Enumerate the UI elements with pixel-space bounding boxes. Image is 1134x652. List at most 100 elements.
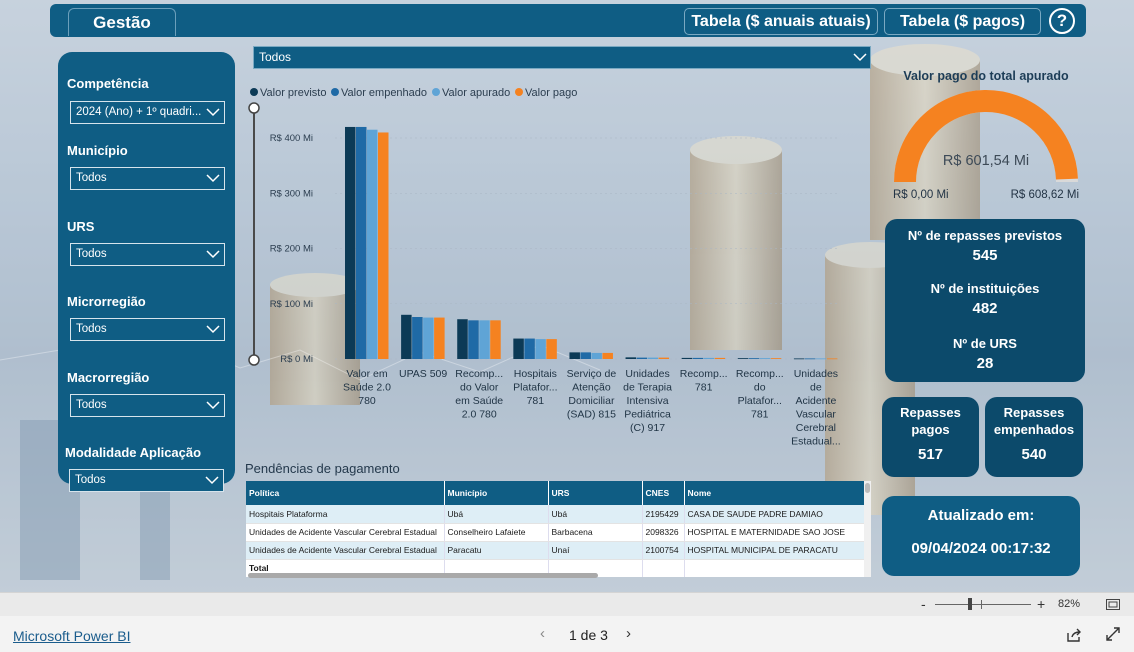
bar[interactable] [345, 126, 356, 359]
bar[interactable] [356, 126, 367, 359]
bar[interactable] [658, 357, 670, 359]
kpi-instituicoes-value: 482 [972, 300, 998, 317]
bar[interactable] [490, 320, 501, 359]
kpi-repasses-previstos-value: 545 [972, 247, 998, 264]
bar[interactable] [759, 358, 771, 359]
bar[interactable] [378, 132, 389, 359]
macrorregiao-dropdown[interactable]: Todos [70, 394, 225, 417]
column-header-cnes[interactable]: CNES [642, 481, 685, 505]
x-category-label-line: Acidente [795, 395, 836, 407]
competencia-dropdown[interactable]: 2024 (Ano) + 1º quadri... [70, 101, 225, 124]
column-header-politica[interactable]: Política [246, 481, 445, 505]
next-page-button[interactable]: › [626, 625, 631, 642]
previous-page-button[interactable]: ‹ [540, 625, 545, 642]
x-category-label-line: Recomp... [680, 368, 728, 380]
tabela-anuais-button[interactable]: Tabela ($ anuais atuais) [684, 8, 878, 35]
bar[interactable] [434, 317, 445, 359]
bar[interactable] [647, 357, 659, 359]
microrregiao-dropdown[interactable]: Todos [70, 318, 225, 341]
bar[interactable] [401, 314, 412, 359]
bar[interactable] [535, 339, 546, 359]
table-vertical-scrollbar[interactable] [864, 481, 871, 577]
bar[interactable] [748, 358, 760, 359]
table-row[interactable]: Hospitais Plataforma Ubá Ubá 2195429 CAS… [246, 505, 865, 524]
bar[interactable] [793, 358, 805, 360]
bar[interactable] [770, 358, 782, 359]
gauge-fill [894, 90, 1078, 183]
zoom-slider-thumb[interactable] [968, 598, 972, 610]
table-row[interactable]: Unidades de Acidente Vascular Cerebral E… [246, 541, 865, 560]
bar-chart: Valor previsto Valor empenhado Valor apura… [248, 87, 841, 448]
kpi-label-line: Repasses [1003, 405, 1065, 420]
bar[interactable] [737, 358, 749, 359]
legend-item[interactable]: Valor pago [515, 87, 577, 99]
bar[interactable] [513, 338, 524, 359]
bar[interactable] [412, 317, 423, 359]
column-header-nome[interactable]: Nome [684, 481, 865, 505]
zoom-in-button[interactable]: + [1037, 596, 1045, 612]
x-category-label-line: Intensiva [627, 395, 669, 407]
fit-to-page-icon[interactable] [1106, 599, 1120, 610]
bar[interactable] [602, 352, 613, 359]
chevron-down-icon [205, 476, 219, 485]
scrollbar-thumb[interactable] [865, 483, 870, 493]
bar[interactable] [703, 357, 715, 359]
legend-item[interactable]: Valor previsto [250, 87, 326, 99]
municipio-dropdown[interactable]: Todos [70, 167, 225, 190]
x-category-label: Recomp... 781 [680, 368, 728, 394]
fullscreen-icon[interactable] [1106, 627, 1120, 641]
zoom-slider[interactable] [935, 604, 1031, 605]
question-circle-icon[interactable]: ? [1049, 8, 1075, 34]
table-row[interactable]: Unidades de Acidente Vascular Cerebral E… [246, 523, 865, 542]
bar[interactable] [625, 357, 637, 359]
column-header-urs[interactable]: URS [548, 481, 643, 505]
bar[interactable] [524, 338, 535, 359]
bar[interactable] [826, 358, 838, 360]
legend-item[interactable]: Valor empenhado [331, 87, 427, 99]
bar[interactable] [580, 352, 591, 359]
x-category-label-line: de [810, 382, 822, 394]
gauge-title: Valor pago do total apurado [903, 69, 1069, 83]
tabela-pagos-button[interactable]: Tabela ($ pagos) [884, 8, 1041, 35]
bar[interactable] [681, 357, 693, 359]
table-cell: Hospitais Plataforma [246, 505, 445, 524]
bar[interactable] [692, 357, 704, 359]
tab-gestao[interactable]: Gestão [68, 8, 176, 36]
table-horizontal-scrollbar[interactable] [248, 573, 598, 578]
x-category-label: UPAS 509 [399, 368, 447, 380]
kpi-instituicoes-label: Nº de instituições [930, 281, 1040, 296]
x-category-label-line: Platafor... [738, 395, 782, 407]
share-icon[interactable] [1066, 627, 1082, 643]
bar[interactable] [479, 320, 490, 359]
bar[interactable] [546, 339, 557, 359]
x-category-label-line: Vascular [796, 409, 837, 421]
legend-item[interactable]: Valor apurado [432, 87, 510, 99]
bar[interactable] [714, 357, 726, 359]
x-category-label-line: 781 [527, 395, 545, 407]
bar[interactable] [423, 317, 434, 359]
bar[interactable] [804, 358, 816, 360]
politica-dropdown[interactable]: Todos [253, 46, 871, 69]
power-bi-link[interactable]: Microsoft Power BI [13, 628, 130, 644]
urs-dropdown[interactable]: Todos [70, 243, 225, 266]
modalidade-dropdown[interactable]: Todos [69, 469, 224, 492]
bar[interactable] [591, 352, 602, 359]
zoom-out-button[interactable]: - [921, 596, 926, 612]
bar[interactable] [636, 357, 648, 359]
kpi-urs-label: Nº de URS [953, 336, 1017, 351]
range-slider-top-handle[interactable] [248, 102, 260, 114]
bar[interactable] [457, 319, 468, 359]
pendencias-table[interactable]: Política Município URS CNES Nome Hospita… [246, 481, 866, 577]
footer: Microsoft Power BI ‹ 1 de 3 › [0, 616, 1134, 652]
legend-marker [331, 88, 339, 96]
kpi-repasses-previstos-label: Nº de repasses previstos [907, 228, 1063, 243]
x-category-label: Unidades de Terapia Intensiva Pediátrica (C)… [623, 368, 672, 434]
updated-value: 09/04/2024 00:17:32 [911, 540, 1051, 557]
bar[interactable] [569, 352, 580, 359]
bar[interactable] [468, 320, 479, 359]
bar[interactable] [367, 129, 378, 359]
table-cell: HOSPITAL MUNICIPAL DE PARACATU [684, 541, 865, 560]
range-slider-bottom-handle[interactable] [248, 354, 260, 366]
column-header-municipio[interactable]: Município [444, 481, 549, 505]
bar[interactable] [815, 358, 827, 360]
